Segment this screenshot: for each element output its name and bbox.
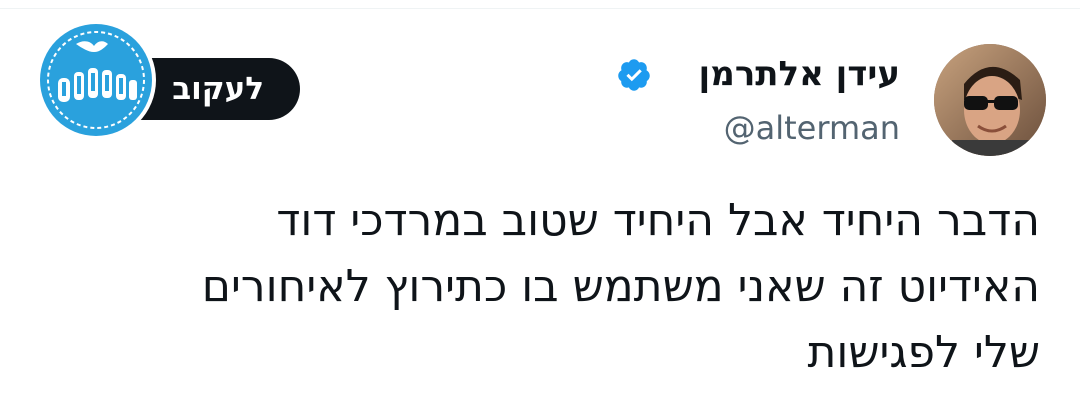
tweet-text: הדבר היחיד אבל היחיד שטוב במרדכי דוד האי… [50, 188, 1040, 386]
top-divider [0, 8, 1080, 9]
tweet-line: הדבר היחיד אבל היחיד שטוב במרדכי דוד [276, 195, 1040, 246]
avatar-photo [934, 44, 1046, 156]
author-display-name[interactable]: עידן אלתרמן [699, 50, 900, 98]
author-handle[interactable]: @alterman [724, 106, 900, 150]
verified-badge-icon [618, 59, 650, 91]
stamp-logo [36, 20, 156, 140]
tweet-line: שלי לפגישות [807, 327, 1040, 378]
tweet-line: האידיוט זה שאני משתמש בו כתירוץ לאיחורים [201, 261, 1040, 312]
avatar[interactable] [934, 44, 1046, 156]
follow-button-label: לעקוב [172, 71, 264, 107]
